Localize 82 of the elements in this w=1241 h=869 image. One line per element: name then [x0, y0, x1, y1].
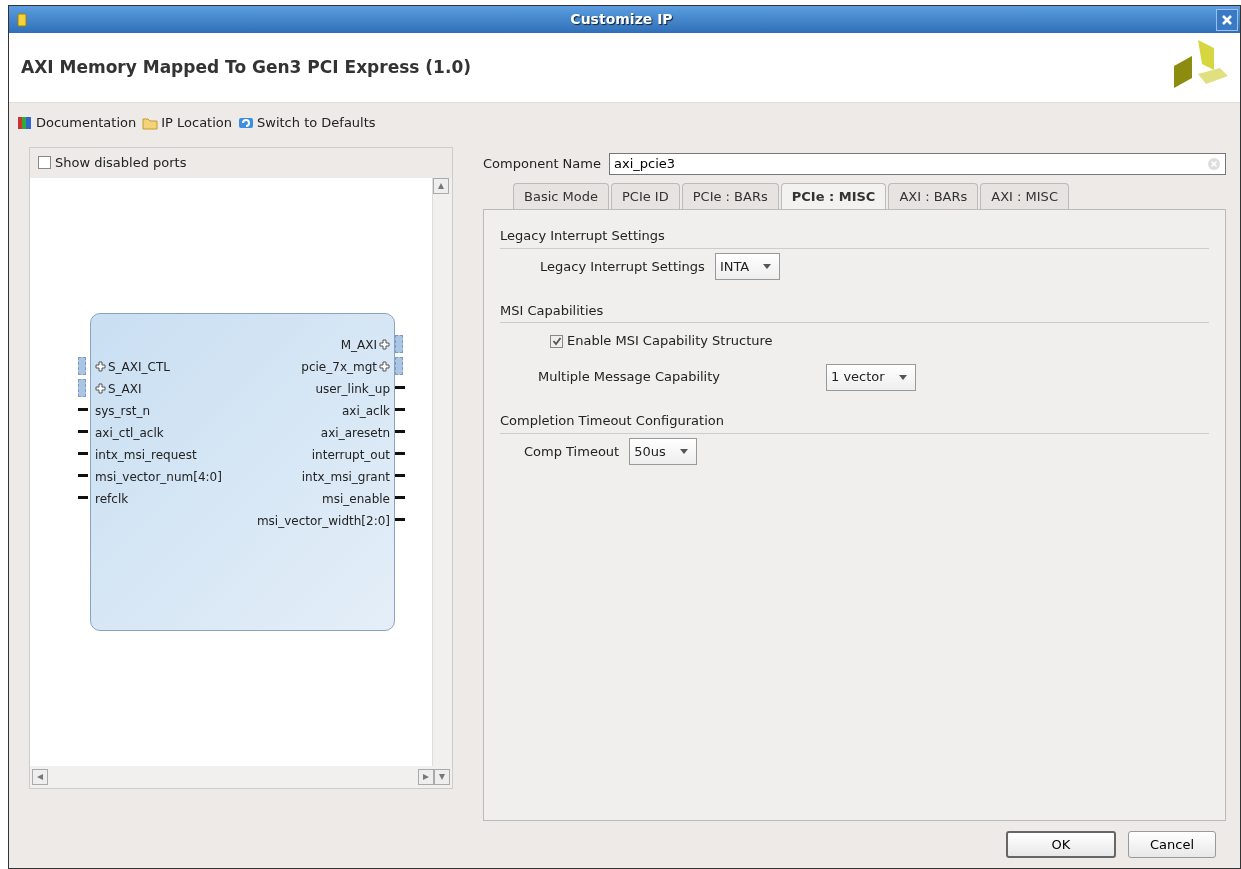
caret-icon — [898, 374, 907, 380]
dropdown[interactable]: 50us — [629, 438, 697, 465]
port-label: sys_rst_n — [95, 402, 151, 420]
horizontal-scrollbar[interactable] — [30, 765, 452, 788]
port-label: S_AXI_CTL — [108, 358, 170, 376]
scroll-down-button[interactable] — [434, 768, 450, 785]
caret-icon — [763, 264, 772, 269]
dropdown[interactable]: INTA — [714, 253, 781, 280]
arrow-icon — [37, 773, 43, 780]
wire-pin — [78, 408, 88, 411]
window-icon — [17, 12, 27, 27]
field-label: Comp Timeout — [524, 442, 620, 461]
ok-button[interactable]: OK — [1006, 831, 1116, 858]
port-label: msi_vector_width[2:0] — [256, 512, 390, 530]
bus-pin — [78, 356, 86, 375]
port-label: axi_ctl_aclk — [95, 424, 164, 442]
port-label: msi_vector_num[4:0] — [95, 468, 222, 486]
vertical-scrollbar[interactable] — [432, 177, 452, 766]
wire-pin — [395, 386, 405, 389]
port-label: refclk — [95, 490, 129, 508]
close-button[interactable] — [1216, 8, 1238, 31]
scroll-left-button[interactable] — [32, 768, 48, 785]
bus-pin — [78, 378, 86, 397]
tab[interactable]: PCIe : MISC — [780, 182, 887, 209]
tab[interactable]: AXI : BARs — [888, 182, 979, 209]
plus-icon — [95, 383, 106, 394]
section-heading: MSI Capabilities — [500, 302, 604, 318]
plus-icon — [379, 361, 390, 372]
port-label: axi_aclk — [341, 402, 390, 420]
component-name-field[interactable]: axi_pcie3 — [608, 152, 1226, 175]
toolbar-button[interactable]: IP Location — [142, 113, 232, 133]
tab[interactable]: PCIe : BARs — [681, 182, 779, 209]
wire-pin — [78, 452, 88, 455]
checkbox-label[interactable]: Enable MSI Capability Structure — [567, 331, 773, 351]
port-label: msi_enable — [322, 490, 390, 508]
scroll-right-button[interactable] — [418, 768, 434, 785]
arrow-icon — [439, 773, 445, 780]
wire-pin — [395, 496, 405, 499]
wire-pin — [395, 430, 405, 433]
wire-pin — [395, 518, 405, 521]
port-label: M_AXI — [340, 336, 377, 354]
plus-icon — [95, 361, 106, 372]
tab[interactable]: Basic Mode — [513, 182, 609, 209]
port-label: interrupt_out — [311, 446, 390, 464]
wire-pin — [395, 452, 405, 455]
field-label: Component Name — [483, 154, 601, 173]
port-label: S_AXI — [108, 380, 142, 398]
checkbox[interactable] — [550, 334, 563, 348]
scroll-up-button[interactable] — [433, 177, 449, 194]
checkbox[interactable] — [38, 156, 51, 169]
dialog-title: AXI Memory Mapped To Gen3 PCI Express (1.0) — [21, 55, 471, 79]
port-label: intx_msi_request — [95, 446, 197, 464]
field-label: Legacy Interrupt Settings — [540, 257, 705, 276]
bus-pin — [395, 334, 403, 353]
cancel-button[interactable]: Cancel — [1128, 831, 1216, 858]
wire-pin — [395, 408, 405, 411]
wire-pin — [78, 496, 88, 499]
caret-icon — [679, 449, 688, 454]
wire-pin — [395, 474, 405, 477]
wire-pin — [78, 430, 88, 433]
field-label: Multiple Message Capability — [538, 368, 722, 387]
section-heading: Legacy Interrupt Settings — [500, 228, 665, 243]
section-heading: Completion Timeout Configuration — [500, 413, 724, 428]
tab[interactable]: AXI : MISC — [980, 182, 1069, 209]
wire-pin — [78, 474, 88, 477]
port-label: pcie_7x_mgt — [301, 358, 377, 376]
port-label: intx_msi_grant — [301, 468, 390, 486]
clear-icon — [1207, 156, 1221, 171]
dropdown[interactable]: 1 vector — [826, 363, 916, 391]
window-title: Customize IP — [570, 10, 673, 30]
port-label: axi_aresetn — [320, 424, 390, 442]
port-label: user_link_up — [315, 380, 390, 398]
close-icon — [1222, 14, 1232, 25]
checkbox-label[interactable]: Show disabled ports — [55, 152, 187, 173]
bus-pin — [395, 356, 403, 375]
tab[interactable]: PCIe ID — [611, 182, 680, 209]
plus-icon — [379, 339, 390, 350]
book-icon — [17, 114, 33, 131]
toolbar-button[interactable]: Switch to Defaults — [238, 113, 376, 133]
arrow-icon — [423, 773, 429, 780]
toolbar-button[interactable]: Documentation — [17, 113, 137, 133]
arrow-icon — [438, 182, 444, 189]
